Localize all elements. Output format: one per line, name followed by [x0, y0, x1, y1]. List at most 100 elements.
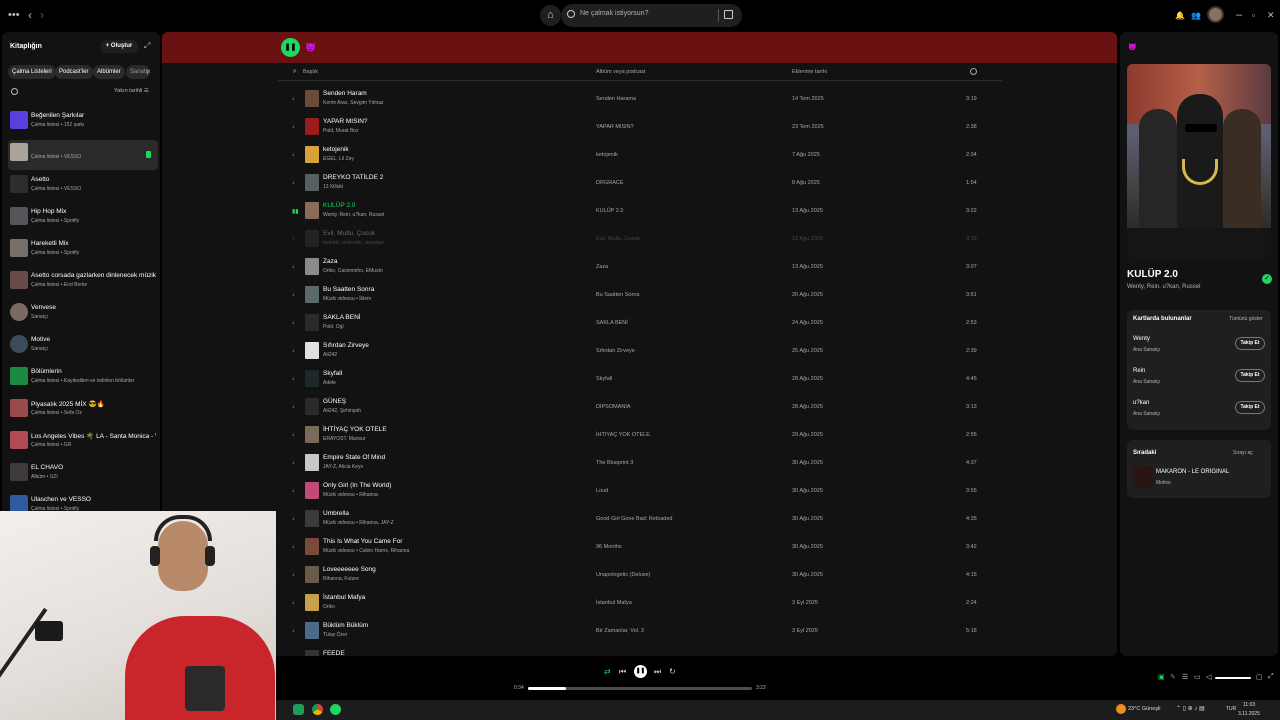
track-row[interactable]: ♩ Loveeeeeee Song Rihanna, Future Unapologe…	[278, 562, 1002, 590]
library-item[interactable]: EL CHAVO Albüm • UZI	[8, 460, 158, 490]
shuffle-icon[interactable]: ⇄	[604, 667, 611, 676]
track-album[interactable]: ketojenik	[596, 152, 618, 158]
track-artist[interactable]: Adele	[323, 380, 336, 386]
track-title[interactable]: Evli, Mutlu, Çocuk	[323, 230, 375, 237]
library-item[interactable]: Hareketli Mix Çalma listesi • Spotify	[8, 236, 158, 266]
weather-text[interactable]: 23°C Güneşli	[1128, 706, 1160, 712]
track-row[interactable]: ▮▮ KULÜP 2.0 Wenty, Rein, u?kan, Russel KUL…	[278, 198, 1002, 226]
track-album[interactable]: Bu Saatten Sonra	[596, 292, 639, 298]
credit-name[interactable]: Wenty	[1133, 336, 1150, 342]
track-title[interactable]: Umbrella	[323, 510, 349, 517]
track-album[interactable]: The Blueprint 3	[596, 460, 633, 466]
library-item[interactable]: Çalma listesi • VESSO	[8, 140, 158, 170]
lyrics-icon[interactable]: ✎	[1170, 673, 1176, 681]
create-button[interactable]: + Oluştur	[100, 40, 138, 53]
track-album[interactable]: Good Girl Gone Bad: Reloaded	[596, 516, 672, 522]
track-title[interactable]: SAKLA BENİ	[323, 314, 361, 321]
track-artist[interactable]: Indoots, emilcodc, viscalaw	[323, 240, 384, 246]
track-album[interactable]: DRGRACE	[596, 180, 624, 186]
show-all-link[interactable]: Tümünü göster	[1229, 316, 1263, 322]
track-artist[interactable]: Oriko, Casinmirho, EMusto	[323, 268, 383, 274]
track-title[interactable]: ketojenik	[323, 146, 349, 153]
expand-icon[interactable]: ⤢	[144, 41, 150, 51]
next-icon[interactable]: ⏭	[654, 667, 661, 677]
track-album[interactable]: İstanbul Mafya	[596, 600, 632, 606]
track-artist[interactable]: Ati242	[323, 352, 337, 358]
library-item[interactable]: Motive Sanatçı	[8, 332, 158, 362]
track-artist[interactable]: Ati242, Şehinşah	[323, 408, 361, 414]
track-row[interactable]: ♩ Sıfırdan Zirveye Ati242 Sıfırdan Zirveye 2…	[278, 338, 1002, 366]
track-album[interactable]: Evli, Mutlu, Çocuk	[596, 236, 640, 242]
track-artist[interactable]: Pold, Murat Boz	[323, 128, 359, 134]
track-row[interactable]: ♩ This Is What You Came For Müzik videosu …	[278, 534, 1002, 562]
chevron-right-icon[interactable]: ›	[146, 66, 149, 76]
track-title[interactable]: GÜNEŞ	[323, 398, 346, 405]
input-language[interactable]: TUR	[1226, 706, 1236, 712]
track-album[interactable]: Unapologetic (Deluxe)	[596, 572, 650, 578]
now-playing-view-icon[interactable]: ▣	[1158, 673, 1165, 681]
track-row[interactable]: ♩ Empire State Of Mind JAY-Z, Alicia Keys T…	[278, 450, 1002, 478]
track-album[interactable]: Sıfırdan Zirveye	[596, 348, 635, 354]
track-title[interactable]: Bu Saatten Sonra	[323, 286, 374, 293]
track-artist[interactable]: ERAYOST, Mansur	[323, 436, 365, 442]
col-date[interactable]: Eklenme tarihi	[792, 69, 827, 75]
track-album[interactable]: Senden Harama	[596, 96, 636, 102]
track-album[interactable]: YAPAR MISIN?	[596, 124, 634, 130]
avatar[interactable]	[1207, 6, 1224, 23]
sort-button[interactable]: Yakın tarihli ☰	[114, 88, 149, 94]
track-title[interactable]: Empire State Of Mind	[323, 454, 385, 461]
spotify-icon[interactable]	[330, 704, 341, 715]
track-artist[interactable]: Tülay Özer	[323, 632, 347, 638]
track-title[interactable]: Sıfırdan Zirveye	[323, 342, 369, 349]
track-title[interactable]: This Is What You Came For	[323, 538, 402, 545]
track-row[interactable]: ♩ Senden Haram Kerim Araz, Sevgim Yılmaz Se…	[278, 86, 1002, 114]
track-title[interactable]: DREYKO TATİLDE 2	[323, 174, 383, 181]
library-item[interactable]: Piyasalık 2025 MİX 😎🔥 Çalma listesi • Sef…	[8, 396, 158, 426]
track-row[interactable]: ♩ Umbrella Müzik videosu • Rihanna, JAY-Z G…	[278, 506, 1002, 534]
track-row[interactable]: ♩ Evli, Mutlu, Çocuk Indoots, emilcodc, vi…	[278, 226, 1002, 254]
track-artist[interactable]: Kerim Araz, Sevgim Yılmaz	[323, 100, 383, 106]
track-album[interactable]: Zaza	[596, 264, 608, 270]
follow-button[interactable]: Takip Et	[1235, 401, 1265, 414]
chrome-icon[interactable]	[312, 704, 323, 715]
fullscreen-icon[interactable]: ⤢	[1268, 673, 1274, 681]
open-queue-link[interactable]: Sırayı aç	[1233, 450, 1253, 456]
track-title[interactable]: İstanbul Mafya	[323, 594, 365, 601]
library-item[interactable]: Asetto corsada gazlarken dinlenecek müzi…	[8, 268, 158, 298]
browse-icon[interactable]	[724, 10, 733, 19]
search-input[interactable]: Ne çalmak istiyorsun?	[561, 4, 742, 27]
track-title[interactable]: Senden Haram	[323, 90, 367, 97]
filter-chip-albums[interactable]: Albümler	[93, 65, 125, 79]
previous-icon[interactable]: ⏮	[619, 667, 626, 677]
track-row[interactable]: ♩ YAPAR MISIN? Pold, Murat Boz YAPAR MISIN?…	[278, 114, 1002, 142]
filter-chip-playlists[interactable]: Çalma Listeleri	[8, 65, 56, 79]
library-item[interactable]: Bölümlerin Çalma listesi • Kaydedilen ve …	[8, 364, 158, 394]
track-row[interactable]: ♩ Only Girl (In The World) Müzik videosu •…	[278, 478, 1002, 506]
queue-icon[interactable]: ☰	[1182, 673, 1188, 681]
library-item[interactable]: Venvese Sanatçı	[8, 300, 158, 330]
track-artist[interactable]: Müzik videosu • Calvin Harris, Rihanna	[323, 548, 409, 554]
track-title[interactable]: Only Girl (In The World)	[323, 482, 391, 489]
bell-icon[interactable]: 🔔	[1175, 10, 1185, 22]
track-artist[interactable]: Müzik videosu • Rihanna	[323, 492, 378, 498]
track-artist[interactable]: EGEL, Lil Zey	[323, 156, 354, 162]
saved-check-icon[interactable]: ✓	[1262, 274, 1272, 284]
close-icon[interactable]: ✕	[1267, 9, 1275, 21]
library-item[interactable]: Los Angeles Vibes 🌴 LA - Santa Monica - …	[8, 428, 158, 458]
np-title[interactable]: KULÜP 2.0	[1127, 269, 1178, 280]
mini-player-icon[interactable]: ▢	[1256, 673, 1263, 681]
track-artist[interactable]: Oriko	[323, 604, 335, 610]
track-artist[interactable]: 13 Killoki	[323, 184, 343, 190]
track-row[interactable]: ♩ İHTİYAÇ YOK OTELE ERAYOST, Mansur İHTİYAÇ…	[278, 422, 1002, 450]
volume-slider[interactable]	[1215, 677, 1251, 679]
menu-icon[interactable]: •••	[8, 9, 20, 21]
track-album[interactable]: Skyfall	[596, 376, 612, 382]
clock-time[interactable]: 11:03	[1243, 702, 1255, 708]
np-artists[interactable]: Wenty, Rein, u?kan, Russel	[1127, 284, 1200, 290]
track-artist[interactable]: Müzik videosu • İklem	[323, 296, 371, 302]
track-artist[interactable]: Rihanna, Future	[323, 576, 359, 582]
library-item[interactable]: Hip Hop Mix Çalma listesi • Spotify	[8, 204, 158, 234]
track-album[interactable]: KULÜP 2.0	[596, 208, 623, 214]
track-row[interactable]: ♩ Bu Saatten Sonra Müzik videosu • İklem Bu…	[278, 282, 1002, 310]
minimize-icon[interactable]: –	[1236, 9, 1242, 21]
